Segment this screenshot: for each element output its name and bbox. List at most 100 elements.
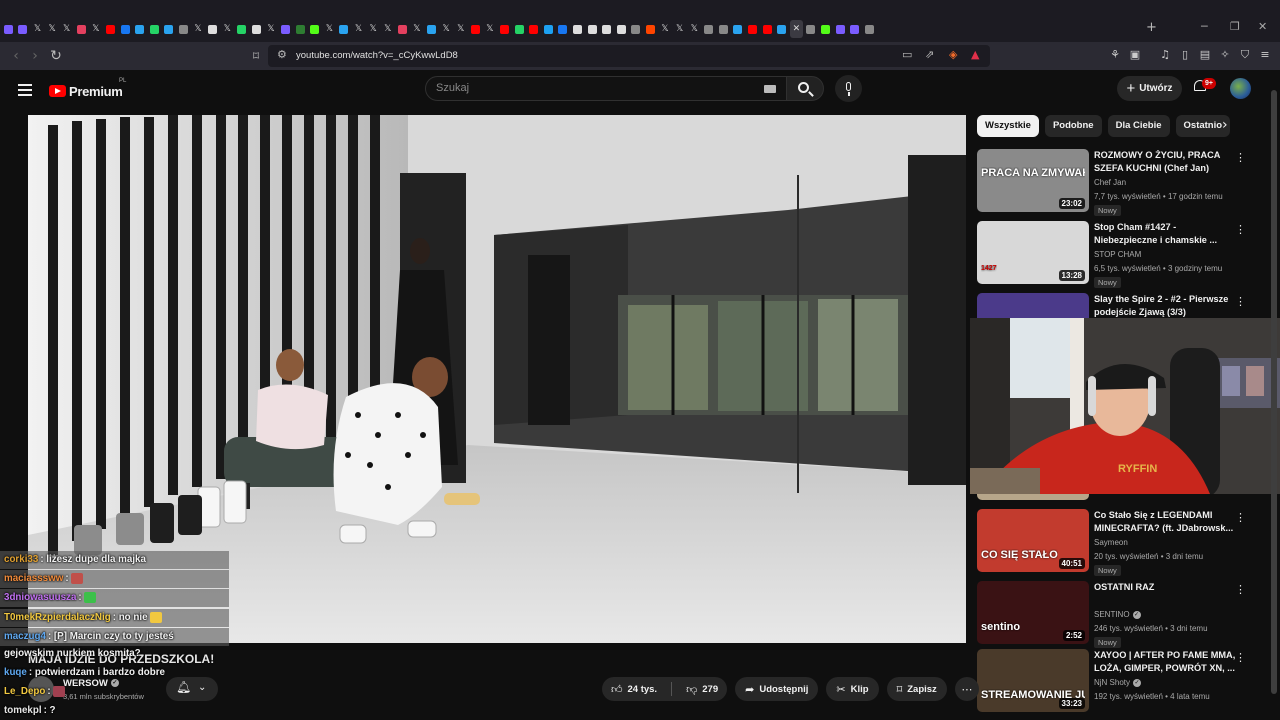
- filter-chip[interactable]: Wszystkie: [977, 115, 1039, 137]
- leo-icon[interactable]: ✧: [1218, 48, 1232, 62]
- keyboard-icon[interactable]: [764, 85, 776, 93]
- browser-tab[interactable]: [557, 20, 570, 38]
- browser-tab[interactable]: [761, 20, 774, 38]
- subscription-bell-button[interactable]: 🔔︎ ⌄: [166, 677, 218, 701]
- recommended-video[interactable]: PRACA NA ZMYWAKU 23:02 ROZMOWY O ŻYCIU, PR…: [977, 149, 1267, 216]
- browser-tab[interactable]: [177, 20, 190, 38]
- browser-tab[interactable]: [703, 20, 716, 38]
- browser-tab[interactable]: 𝕏: [192, 20, 205, 38]
- browser-tab[interactable]: [279, 20, 292, 38]
- close-window-icon[interactable]: ✕: [1258, 20, 1267, 33]
- new-tab-button[interactable]: +: [1146, 20, 1157, 35]
- extensions-icon[interactable]: ⚘: [1108, 48, 1122, 62]
- browser-tab[interactable]: 𝕏: [367, 20, 380, 38]
- browser-tab[interactable]: 𝕏: [46, 20, 59, 38]
- chat-username[interactable]: kuqe: [4, 667, 27, 678]
- browser-tab[interactable]: 𝕏: [440, 20, 453, 38]
- video-thumbnail[interactable]: PRACA NA ZMYWAKU 23:02: [977, 149, 1089, 212]
- browser-tab[interactable]: [294, 20, 307, 38]
- browser-tab[interactable]: [308, 20, 321, 38]
- bookmark-icon[interactable]: ⌑: [246, 46, 266, 66]
- search-input[interactable]: Szukaj: [425, 76, 787, 101]
- video-title[interactable]: Stop Cham #1427 - Niebezpieczne i chamsk…: [1094, 221, 1236, 247]
- browser-tab[interactable]: [17, 20, 30, 38]
- browser-tab[interactable]: [396, 20, 409, 38]
- search-button[interactable]: [786, 76, 824, 101]
- browser-tab[interactable]: [600, 20, 613, 38]
- browser-tab[interactable]: [469, 20, 482, 38]
- chat-username[interactable]: T0mekRzpierdalaczNig: [4, 612, 111, 623]
- channel-name[interactable]: SENTINO ✓: [1094, 610, 1141, 619]
- browser-tab[interactable]: [119, 20, 132, 38]
- browser-tab[interactable]: [104, 20, 117, 38]
- page-scrollbar[interactable]: [1271, 90, 1277, 700]
- browser-tab[interactable]: 𝕏: [323, 20, 336, 38]
- cast-icon[interactable]: ▭: [902, 48, 912, 61]
- more-options-icon[interactable]: ⋮: [1235, 511, 1246, 524]
- browser-tab[interactable]: [630, 20, 643, 38]
- video-title[interactable]: OSTATNI RAZ: [1094, 581, 1236, 594]
- browser-tab[interactable]: [644, 20, 657, 38]
- video-title[interactable]: ROZMOWY O ŻYCIU, PRACA SZEFA KUCHNI (Che…: [1094, 149, 1236, 175]
- recommended-video[interactable]: sentino 2:52 OSTATNI RAZ SENTINO ✓ 246 tys. w…: [977, 581, 1267, 648]
- filter-chip[interactable]: Podobne: [1044, 115, 1102, 137]
- more-options-icon[interactable]: ⋮: [1235, 651, 1246, 664]
- more-actions-button[interactable]: ⋯: [954, 677, 979, 701]
- close-tab-icon[interactable]: ✕: [792, 24, 801, 34]
- active-tab[interactable]: ✕: [790, 20, 803, 38]
- browser-tab[interactable]: [571, 20, 584, 38]
- browser-tab[interactable]: 𝕏: [90, 20, 103, 38]
- more-options-icon[interactable]: ⋮: [1235, 295, 1246, 308]
- video-title[interactable]: Slay the Spire 2 - #2 - Pierwsze podejśc…: [1094, 293, 1236, 319]
- browser-tab[interactable]: 𝕏: [659, 20, 672, 38]
- browser-tab[interactable]: [206, 20, 219, 38]
- browser-tab[interactable]: 𝕏: [688, 20, 701, 38]
- browser-tab[interactable]: 𝕏: [673, 20, 686, 38]
- forward-icon[interactable]: ›: [25, 46, 45, 66]
- browser-tab[interactable]: 𝕏: [265, 20, 278, 38]
- voice-search-button[interactable]: [835, 75, 862, 102]
- filter-chip[interactable]: Dla Ciebie: [1107, 115, 1170, 137]
- video-thumbnail[interactable]: STREAMOWANIE JUŻ MNIE NIE33:23: [977, 649, 1089, 712]
- browser-tab[interactable]: 𝕏: [31, 20, 44, 38]
- chat-username[interactable]: maciasssww: [4, 573, 63, 584]
- media-icon[interactable]: ▣: [1128, 48, 1142, 62]
- browser-tab[interactable]: [717, 20, 730, 38]
- more-options-icon[interactable]: ⋮: [1235, 583, 1246, 596]
- browser-tab[interactable]: [834, 20, 847, 38]
- browser-tab[interactable]: [133, 20, 146, 38]
- wallet-icon[interactable]: ▤: [1198, 48, 1212, 62]
- browser-tab[interactable]: [498, 20, 511, 38]
- vpn-icon[interactable]: ⛉: [1238, 48, 1252, 62]
- more-options-icon[interactable]: ⋮: [1235, 223, 1246, 236]
- video-thumbnail[interactable]: CO SIĘ STAŁO 40:51: [977, 509, 1089, 572]
- browser-tab[interactable]: 𝕏: [221, 20, 234, 38]
- video-thumbnail[interactable]: sentino 2:52: [977, 581, 1089, 644]
- browser-tab[interactable]: [805, 20, 818, 38]
- create-button[interactable]: + Utwórz: [1117, 76, 1182, 101]
- brave-rewards-icon[interactable]: ▲: [971, 48, 979, 61]
- browser-tab[interactable]: [338, 20, 351, 38]
- browser-tab[interactable]: [163, 20, 176, 38]
- share-button[interactable]: ➦ Udostępnij: [735, 677, 819, 701]
- recommended-video[interactable]: 1427 13:28 Stop Cham #1427 - Niebezpieczne…: [977, 221, 1267, 288]
- browser-tab[interactable]: [586, 20, 599, 38]
- browser-tab[interactable]: [775, 20, 788, 38]
- minimize-icon[interactable]: ─: [1201, 20, 1208, 33]
- video-thumbnail[interactable]: 1427 13:28: [977, 221, 1089, 284]
- chat-username[interactable]: tomekpl: [4, 705, 42, 716]
- browser-tab[interactable]: [236, 20, 249, 38]
- music-icon[interactable]: ♫: [1158, 48, 1172, 62]
- channel-name[interactable]: NjN Shoty ✓: [1094, 678, 1142, 687]
- reload-icon[interactable]: ↻: [46, 46, 66, 66]
- browser-tab[interactable]: 𝕏: [381, 20, 394, 38]
- browser-tab[interactable]: [542, 20, 555, 38]
- address-bar[interactable]: ⚙ youtube.com/watch?v=_cCyKwwLdD8 ▭ ⇗ ◈ …: [268, 45, 990, 67]
- browser-tab[interactable]: [615, 20, 628, 38]
- hamburger-menu-icon[interactable]: [18, 84, 32, 96]
- channel-name[interactable]: STOP CHAM: [1094, 250, 1141, 259]
- browser-tab[interactable]: [148, 20, 161, 38]
- channel-name[interactable]: Saymeon: [1094, 538, 1128, 547]
- chat-username[interactable]: maczug4: [4, 631, 46, 642]
- browser-tab[interactable]: [75, 20, 88, 38]
